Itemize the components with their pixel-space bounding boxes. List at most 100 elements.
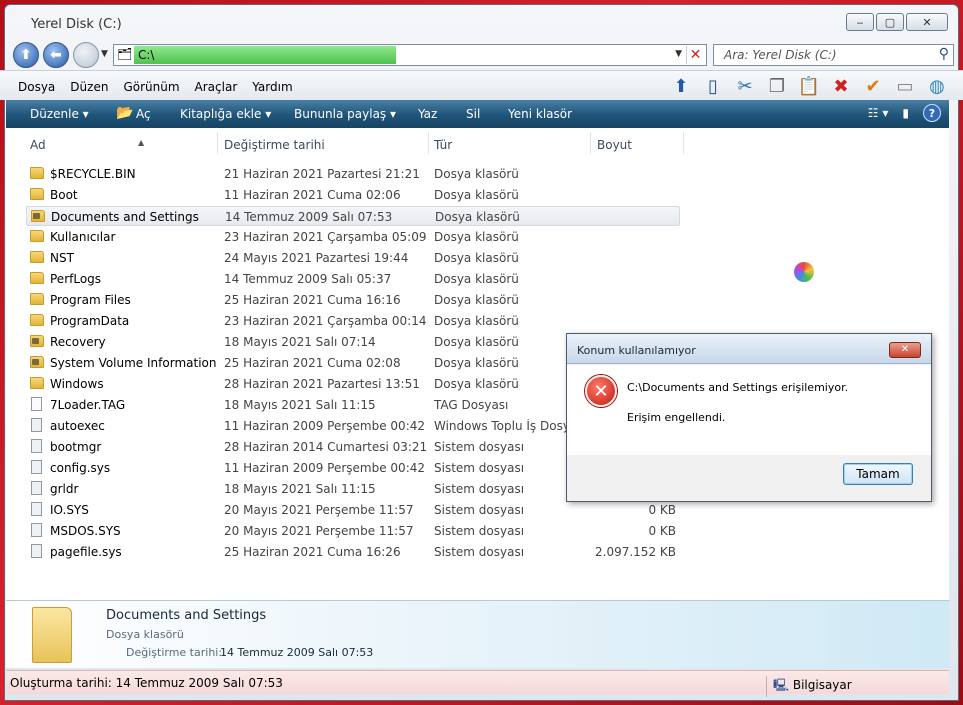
file-type: Dosya klasörü [434, 335, 519, 349]
title-bar[interactable]: Yerel Disk (C:) ‒ ▢ ✕ [5, 5, 958, 39]
windows-logo-icon[interactable]: ◍ [925, 74, 949, 98]
search-box[interactable]: Ara: Yerel Disk (C:) ⚲ [713, 44, 954, 66]
column-header-date[interactable]: Değiştirme tarihi [224, 138, 325, 156]
dialog-close-icon[interactable]: ✕ [889, 342, 921, 358]
file-modified: 25 Haziran 2021 Cuma 02:08 [224, 356, 401, 370]
file-row[interactable]: Program Files 25 Haziran 2021 Cuma 16:16 D… [26, 290, 680, 310]
file-type: Dosya klasörü [434, 356, 519, 370]
file-type: Sistem dosyası [434, 524, 525, 538]
file-row[interactable]: $RECYCLE.BIN 21 Haziran 2021 Pazartesi 21… [26, 164, 680, 184]
file-row[interactable]: Documents and Settings 14 Temmuz 2009 Sal… [26, 206, 680, 226]
address-bar[interactable]: 🗂 C:\ ▼ ✕ [113, 44, 707, 66]
address-dropdown-icon[interactable]: ▼ [675, 49, 682, 59]
file-type: TAG Dosyası [434, 398, 509, 412]
file-type: Dosya klasörü [434, 293, 519, 307]
column-separator[interactable] [683, 132, 684, 154]
maximize-button[interactable]: ▢ [876, 13, 904, 31]
menu-edit[interactable]: Düzen [70, 80, 108, 94]
file-row[interactable]: IO.SYS 20 Mayıs 2021 Perşembe 11:57 Sistem… [26, 500, 680, 520]
dialog-message: C:\Documents and Settings erişilemiyor. [627, 381, 849, 394]
file-type: Dosya klasörü [434, 251, 519, 265]
file-modified: 24 Mayıs 2021 Pazartesi 19:44 [224, 251, 409, 265]
file-type: Sistem dosyası [434, 503, 525, 517]
computer-icon: 🖳 [773, 678, 790, 692]
help-icon[interactable]: ? [923, 104, 941, 122]
file-name: bootmgr [50, 440, 102, 454]
file-name: grldr [50, 482, 79, 496]
dialog-title: Konum kullanılamıyor [577, 344, 696, 357]
status-location: 🖳 Bilgisayar [766, 676, 852, 697]
history-dropdown-icon[interactable]: ▼ [101, 49, 108, 59]
preview-pane-icon[interactable]: ▮ [902, 106, 909, 120]
file-row[interactable]: ProgramData 23 Haziran 2021 Çarşamba 00:1… [26, 311, 680, 331]
column-header-size[interactable]: Boyut [597, 138, 632, 156]
file-row[interactable]: NST 24 Mayıs 2021 Pazartesi 19:44 Dosya kl… [26, 248, 680, 268]
cut-icon[interactable]: ✂ [733, 74, 757, 98]
organize-button[interactable]: Düzenle ▾ [30, 107, 89, 121]
properties-icon[interactable]: ▭ [893, 74, 917, 98]
stop-icon[interactable]: ✕ [686, 46, 704, 64]
add-to-library-button[interactable]: Kitaplığa ekle ▾ [180, 107, 271, 121]
file-modified: 21 Haziran 2021 Pazartesi 21:21 [224, 167, 420, 181]
close-button[interactable]: ✕ [906, 13, 948, 31]
ok-button[interactable]: Tamam [843, 463, 913, 485]
file-type: Dosya klasörü [435, 210, 520, 224]
column-header-type[interactable]: Tür [434, 138, 452, 156]
share-button[interactable]: Bununla paylaş ▾ [294, 107, 396, 121]
file-type: Dosya klasörü [434, 314, 519, 328]
error-icon: ✕ [585, 375, 617, 407]
lock-icon [32, 359, 39, 365]
file-name: System Volume Information [50, 356, 217, 370]
details-modified-label: Değiştirme tarihi: [126, 646, 223, 659]
copy-icon[interactable]: ❐ [765, 74, 789, 98]
lock-icon [33, 213, 40, 219]
file-type: Dosya klasörü [434, 272, 519, 286]
search-icon[interactable]: ⚲ [939, 46, 949, 62]
file-row[interactable]: PerfLogs 14 Temmuz 2009 Salı 05:37 Dosya k… [26, 269, 680, 289]
column-separator[interactable] [590, 132, 591, 154]
menu-tools[interactable]: Araçlar [195, 80, 238, 94]
system-file-icon [31, 460, 42, 474]
view-options-icon[interactable]: ☷ ▾ [868, 106, 889, 120]
column-header-name[interactable]: Ad ▲ [30, 138, 220, 156]
file-row[interactable]: pagefile.sys 25 Haziran 2021 Cuma 16:26 Si… [26, 542, 680, 562]
open-folder-icon[interactable]: 📂 [116, 105, 133, 121]
column-separator[interactable] [428, 132, 429, 154]
file-row[interactable]: MSDOS.SYS 20 Mayıs 2021 Perşembe 11:57 Sis… [26, 521, 680, 541]
menu-file[interactable]: Dosya [18, 80, 55, 94]
file-name: Windows [50, 377, 104, 391]
file-size: 0 KB [648, 524, 676, 538]
view-controls: ☷ ▾ ▮ ? [868, 104, 941, 122]
folders-pane-icon[interactable]: ▯ [701, 74, 725, 98]
open-button[interactable]: Aç [136, 107, 151, 121]
file-name: config.sys [50, 461, 111, 475]
file-name: ProgramData [50, 314, 130, 328]
delete-button[interactable]: Sil [466, 107, 480, 121]
back-button[interactable]: ⬅ [43, 42, 69, 68]
forward-button[interactable] [73, 42, 99, 68]
lock-icon [32, 338, 39, 344]
folder-icon [30, 377, 44, 389]
delete-icon[interactable]: ✖ [829, 74, 853, 98]
file-row[interactable]: Kullanıcılar 23 Haziran 2021 Çarşamba 05:… [26, 227, 680, 247]
dialog-title-bar[interactable]: Konum kullanılamıyor ✕ [567, 334, 931, 364]
up-arrow-icon[interactable]: ⬆ [13, 42, 39, 68]
burn-button[interactable]: Yaz [418, 107, 437, 121]
file-modified: 14 Temmuz 2009 Salı 07:53 [225, 210, 393, 224]
file-modified: 14 Temmuz 2009 Salı 05:37 [224, 272, 392, 286]
search-input[interactable]: Ara: Yerel Disk (C:) [724, 48, 837, 62]
up-folder-icon[interactable]: ⬆ [669, 74, 693, 98]
file-row[interactable]: Boot 11 Haziran 2021 Cuma 02:06 Dosya klas… [26, 185, 680, 205]
minimize-button[interactable]: ‒ [846, 13, 874, 31]
checkmark-icon[interactable]: ✔ [861, 74, 885, 98]
menu-view[interactable]: Görünüm [123, 80, 179, 94]
file-modified: 23 Haziran 2021 Çarşamba 05:09 [224, 230, 427, 244]
file-modified: 23 Haziran 2021 Çarşamba 00:14 [224, 314, 427, 328]
menu-help[interactable]: Yardım [252, 80, 292, 94]
dialog-detail: Erişim engellendi. [627, 411, 726, 424]
system-file-icon [31, 523, 42, 537]
system-file-icon [31, 418, 42, 432]
new-folder-button[interactable]: Yeni klasör [508, 107, 572, 121]
column-separator[interactable] [217, 132, 218, 154]
paste-icon[interactable]: 📋 [797, 74, 821, 98]
